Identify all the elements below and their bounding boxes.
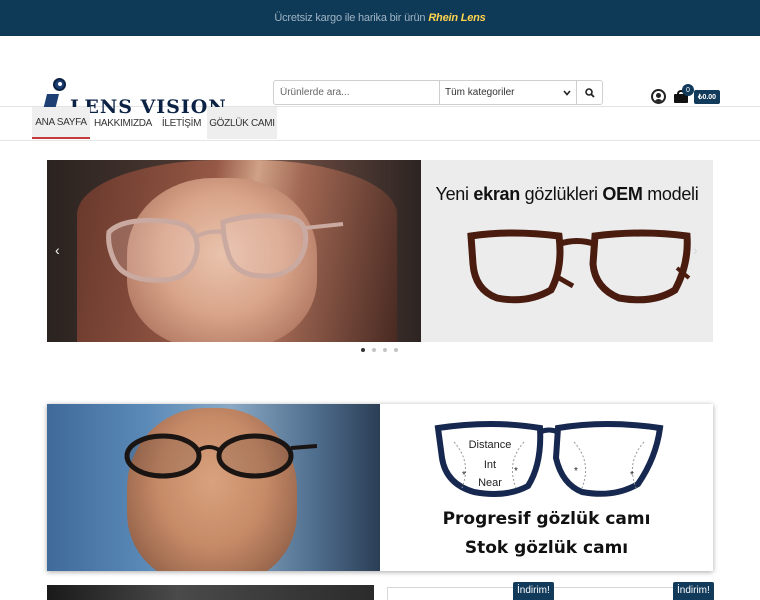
- slider-prev-arrow[interactable]: ‹: [55, 242, 60, 258]
- main-nav: ANA SAYFA HAKKIMIZDA İLETİŞİM GÖZLÜK CAM…: [0, 107, 760, 141]
- banner-text-panel: Distance Int Near * * * * Progresif gözl…: [380, 404, 713, 571]
- banner-model-glasses: [124, 433, 317, 479]
- site-header: LENS VISION Tüm kategoriler 0 ₺0.00: [0, 36, 760, 118]
- svg-text:*: *: [462, 470, 466, 481]
- svg-text:Int: Int: [484, 459, 496, 471]
- slider-dot[interactable]: [394, 348, 398, 352]
- banner-model-photo: [47, 404, 380, 571]
- slider-pagination: [361, 348, 398, 352]
- search-bar: Tüm kategoriler: [273, 80, 603, 105]
- cart-total[interactable]: ₺0.00: [694, 89, 721, 104]
- slider-dot[interactable]: [361, 348, 365, 352]
- svg-text:Near: Near: [478, 477, 502, 489]
- banner-line-progressive: Progresif gözlük camı: [442, 509, 651, 529]
- hero-slider[interactable]: Yeni ekran gözlükleri OEM modeli ‹ ›: [47, 160, 713, 342]
- svg-text:*: *: [574, 466, 578, 477]
- nav-item-hakkimizda[interactable]: HAKKIMIZDA: [90, 107, 156, 139]
- promo-topbar: Ücretsiz kargo ile harika bir ürün Rhein…: [0, 0, 760, 36]
- nav-item-ana-sayfa[interactable]: ANA SAYFA: [32, 107, 90, 139]
- chevron-down-icon: [563, 89, 571, 96]
- slide-product-panel: Yeni ekran gözlükleri OEM modeli: [421, 160, 713, 342]
- product-image-strip[interactable]: [47, 585, 374, 600]
- slide-title: Yeni ekran gözlükleri OEM modeli: [435, 184, 699, 204]
- promo-brand: Rhein Lens: [428, 12, 486, 24]
- category-select[interactable]: Tüm kategoriler: [440, 81, 577, 104]
- header-actions: 0 ₺0.00: [651, 84, 721, 104]
- svg-text:*: *: [630, 470, 634, 481]
- nav-item-iletisim[interactable]: İLETİŞİM: [156, 107, 207, 139]
- slider-next-arrow[interactable]: ›: [693, 242, 698, 258]
- slider-dot[interactable]: [383, 348, 387, 352]
- cart-count-badge: 0: [682, 84, 694, 96]
- banner-line-stock: Stok gözlük camı: [464, 538, 629, 558]
- oem-glasses-image: [467, 229, 691, 304]
- model-glasses-image: [106, 213, 344, 283]
- progressive-lens-banner[interactable]: Distance Int Near * * * * Progresif gözl…: [47, 404, 713, 571]
- search-input[interactable]: [274, 81, 440, 104]
- svg-text:*: *: [514, 466, 518, 477]
- svg-text:Distance: Distance: [469, 439, 512, 451]
- user-account-icon[interactable]: [651, 89, 666, 104]
- search-icon: [584, 87, 595, 98]
- sale-badge: İndirim!: [673, 582, 714, 600]
- slide-model-photo: [47, 160, 421, 342]
- search-button[interactable]: [577, 81, 602, 104]
- nav-item-gozluk-cami[interactable]: GÖZLÜK CAMI: [207, 107, 277, 139]
- progressive-lens-diagram: Distance Int Near * * * *: [434, 421, 664, 497]
- promo-message: Ücretsiz kargo ile harika bir ürün: [274, 12, 426, 24]
- slider-dot[interactable]: [372, 348, 376, 352]
- sale-badge: İndirim!: [513, 582, 554, 600]
- category-select-value: Tüm kategoriler: [445, 87, 515, 98]
